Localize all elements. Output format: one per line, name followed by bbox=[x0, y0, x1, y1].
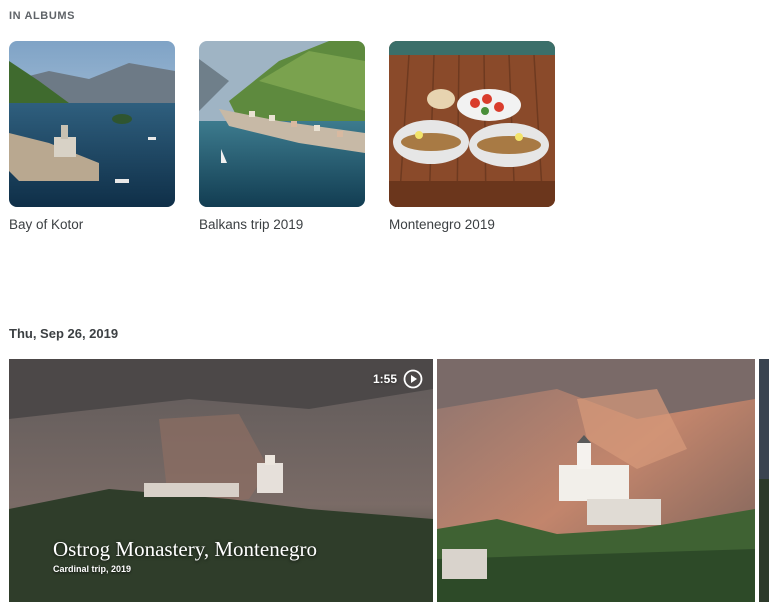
album-card-bay-of-kotor[interactable]: Bay of Kotor bbox=[9, 41, 175, 232]
album-title[interactable]: Bay of Kotor bbox=[9, 217, 175, 232]
video-duration: 1:55 bbox=[372, 372, 397, 386]
album-title[interactable]: Montenegro 2019 bbox=[389, 217, 555, 232]
albums-list: Bay of Kotor Balkans trip 2019 Montenegr… bbox=[9, 41, 555, 232]
albums-section-label: IN ALBUMS bbox=[9, 10, 76, 22]
album-card-montenegro-2019[interactable]: Montenegro 2019 bbox=[389, 41, 555, 232]
video-tile[interactable]: 1:55 Ostrog Monastery, Montenegro Cardin… bbox=[9, 359, 433, 602]
video-title: Ostrog Monastery, Montenegro bbox=[53, 537, 318, 561]
photo-thumbnail bbox=[759, 359, 769, 602]
album-thumbnail[interactable] bbox=[9, 41, 175, 207]
video-subtitle: Cardinal trip, 2019 bbox=[53, 564, 132, 574]
video-duration-badge: 1:55 bbox=[373, 369, 423, 389]
album-card-balkans-trip-2019[interactable]: Balkans trip 2019 bbox=[199, 41, 365, 232]
play-circle-icon[interactable] bbox=[403, 369, 423, 389]
photo-thumbnail bbox=[437, 359, 755, 602]
album-title[interactable]: Balkans trip 2019 bbox=[199, 217, 365, 232]
photo-tile[interactable] bbox=[759, 359, 769, 602]
album-thumbnail[interactable] bbox=[199, 41, 365, 207]
video-caption: Ostrog Monastery, Montenegro Cardinal tr… bbox=[53, 537, 317, 574]
album-thumbnail[interactable] bbox=[389, 41, 555, 207]
photo-tile[interactable] bbox=[437, 359, 755, 602]
photo-row: 1:55 Ostrog Monastery, Montenegro Cardin… bbox=[9, 359, 769, 602]
date-header: Thu, Sep 26, 2019 bbox=[9, 326, 119, 341]
